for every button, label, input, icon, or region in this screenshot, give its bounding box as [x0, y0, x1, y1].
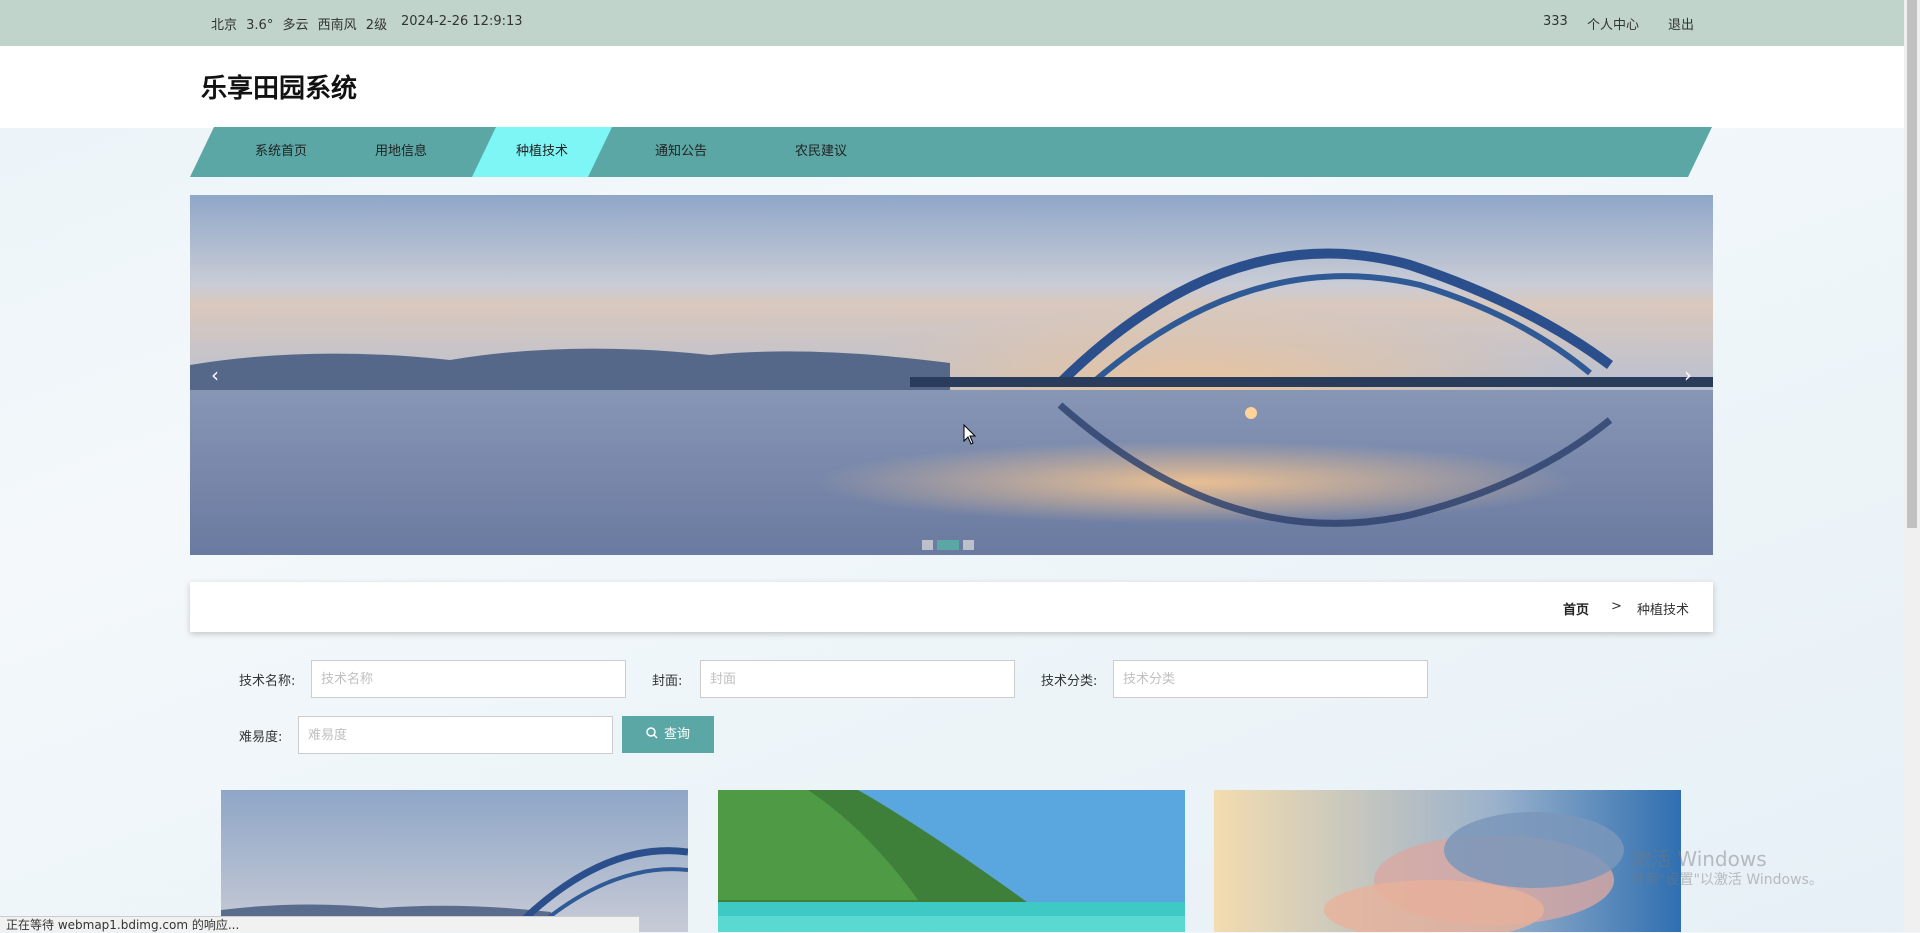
breadcrumb-current: 种植技术	[1637, 603, 1690, 618]
chevron-right-icon: ›	[1684, 363, 1692, 387]
breadcrumb: 首页 > 种植技术	[190, 582, 1713, 632]
difficulty-label: 难易度:	[239, 730, 283, 745]
nav-item-notices[interactable]: 通知公告	[626, 127, 736, 177]
tech-category-label: 技术分类:	[1041, 674, 1098, 689]
cover-input[interactable]	[700, 660, 1015, 698]
weather-wind-direction: 西南风	[317, 18, 357, 33]
windows-activation-hint: 转到"设置"以激活 Windows。	[1631, 872, 1823, 888]
windows-activation-title: 激活 Windows	[1631, 847, 1767, 871]
tech-card[interactable]	[1214, 790, 1681, 932]
main-nav: 系统首页 用地信息 种植技术 通知公告 农民建议	[190, 127, 1712, 177]
profile-link[interactable]: 个人中心	[1587, 14, 1639, 33]
carousel-dot[interactable]	[937, 540, 959, 550]
card-image	[221, 790, 688, 932]
tech-card[interactable]	[718, 790, 1185, 932]
breadcrumb-separator: >	[1611, 599, 1622, 614]
cover-label: 封面:	[652, 674, 683, 689]
search-icon	[646, 727, 658, 739]
search-button-label: 查询	[663, 727, 690, 742]
mouse-cursor-icon	[963, 424, 977, 445]
carousel-next-button[interactable]: ›	[1678, 360, 1698, 390]
nav-item-planting-tech[interactable]: 种植技术	[472, 127, 612, 177]
username: 333	[1543, 14, 1568, 29]
chevron-left-icon: ‹	[211, 363, 219, 387]
weather-city: 北京	[211, 18, 238, 33]
page-scrollbar[interactable]	[1904, 0, 1920, 932]
carousel-slide-image	[190, 195, 1713, 555]
breadcrumb-home[interactable]: 首页	[1563, 599, 1589, 618]
tech-card[interactable]	[221, 790, 688, 932]
search-button[interactable]: 查询	[622, 716, 714, 753]
carousel-dot[interactable]	[922, 540, 933, 550]
site-title: 乐享田园系统	[201, 74, 358, 104]
nav-item-home[interactable]: 系统首页	[226, 127, 336, 177]
nav-item-farmer-suggestions[interactable]: 农民建议	[766, 127, 876, 177]
top-info-bar: 北京 3.6° 多云 西南风 2级 2024-2-26 12:9:13 333 …	[0, 0, 1920, 46]
site-header: 乐享田园系统	[0, 46, 1904, 128]
scrollbar-thumb[interactable]	[1907, 0, 1917, 528]
browser-status-bar: 正在等待 webmap1.bdimg.com 的响应...	[0, 916, 640, 932]
tech-name-input[interactable]	[311, 660, 626, 698]
banner-carousel[interactable]: ‹ ›	[190, 195, 1713, 555]
weather-condition: 多云	[282, 18, 309, 33]
carousel-prev-button[interactable]: ‹	[205, 360, 225, 390]
carousel-dot[interactable]	[963, 540, 974, 550]
carousel-indicators	[922, 540, 978, 555]
weather-info: 北京 3.6° 多云 西南风 2级	[211, 14, 392, 33]
difficulty-input[interactable]	[298, 716, 613, 754]
weather-wind-level: 2级	[365, 18, 388, 33]
weather-temperature: 3.6°	[246, 18, 274, 33]
tech-category-input[interactable]	[1113, 660, 1428, 698]
card-image	[1214, 790, 1681, 932]
card-image	[718, 790, 1185, 932]
current-datetime: 2024-2-26 12:9:13	[401, 14, 523, 29]
logout-link[interactable]: 退出	[1668, 14, 1694, 33]
tech-name-label: 技术名称:	[239, 674, 296, 689]
nav-item-land-info[interactable]: 用地信息	[346, 127, 456, 177]
